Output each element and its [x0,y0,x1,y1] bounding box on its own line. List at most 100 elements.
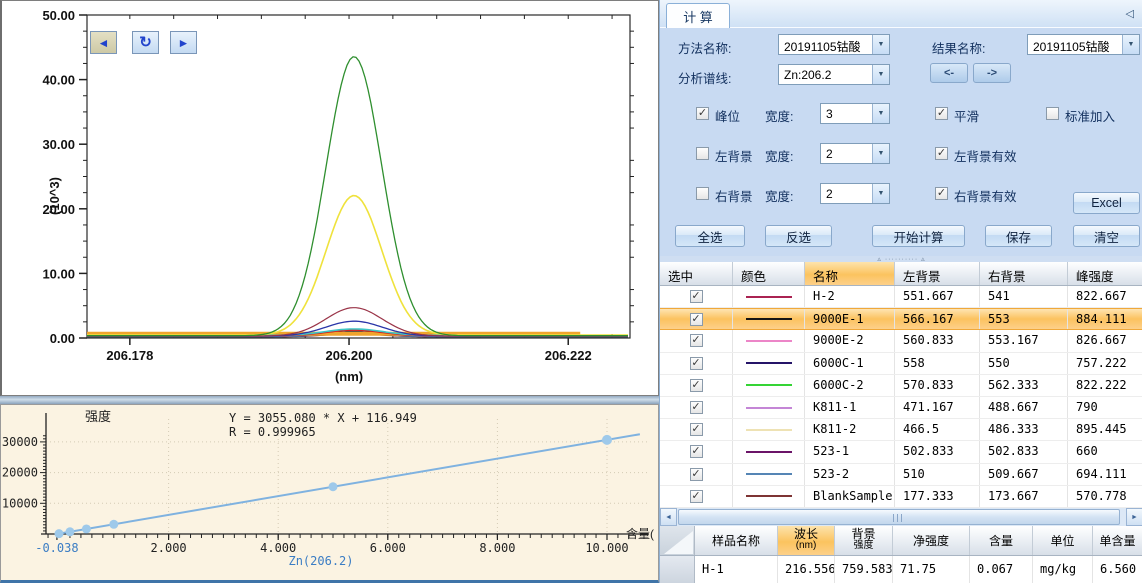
row-checkbox[interactable]: ✓ [690,490,703,503]
right-bg-width-select[interactable]: 2 ▼ [820,183,890,204]
row-color-cell [733,397,805,418]
sample-col-header[interactable]: 单位 [1033,526,1093,555]
scrollbar-thumb[interactable] [678,509,1120,525]
analysis-line-select[interactable]: Zn:206.2 ▼ [778,64,890,85]
row-peak-strength: 660 [1068,441,1142,462]
chevron-down-icon[interactable]: ▼ [872,35,889,54]
tab-calculate[interactable]: 计 算 [666,3,730,28]
sample-col-header[interactable]: 含量 [970,526,1033,555]
table-row[interactable]: ✓6000C-2570.833562.333822.222 [660,375,1142,397]
chevron-down-icon[interactable]: ▼ [872,184,889,203]
calibration-point [65,527,74,536]
row-color-cell [733,375,805,396]
row-color-cell [733,464,805,485]
table-row[interactable]: ✓9000E-2560.833553.167826.667 [660,330,1142,352]
chevron-down-icon[interactable]: ▼ [1122,35,1139,54]
clear-button[interactable]: 清空 [1073,225,1140,247]
horizontal-scrollbar[interactable]: ◄ ► [660,508,1142,526]
table-row[interactable]: ✓523-2510509.667694.111 [660,464,1142,486]
result-name-label: 结果名称: [932,38,985,57]
sample-unit: mg/kg [1033,556,1093,583]
sample-table-body: H-1216.556759.58371.750.067mg/kg6.560 [660,556,1142,583]
width-label-2: 宽度: [765,146,793,165]
row-checkbox[interactable]: ✓ [690,334,703,347]
table-row[interactable]: ✓K811-1471.167488.667790 [660,397,1142,419]
invert-selection-button[interactable]: 反选 [765,225,832,247]
scroll-left-icon[interactable]: ◄ [660,508,677,526]
sample-col-header[interactable]: 背景强度 [835,526,893,555]
sample-col-header[interactable]: 净强度 [893,526,970,555]
results-col-header[interactable]: 颜色 [733,262,805,285]
row-name: 523-2 [805,464,895,485]
right-bg-valid-label: 右背景有效 [954,186,1017,205]
table-row[interactable]: ✓6000C-1558550757.222 [660,353,1142,375]
row-name: H-2 [805,286,895,307]
y-axis-title: (10^3) [47,177,62,215]
row-name: 523-1 [805,441,895,462]
left-background-checkbox[interactable] [696,147,709,160]
table-row[interactable]: ✓BlankSample1177.333173.667570.778 [660,486,1142,508]
next-spectrum-button[interactable]: ► [170,31,197,54]
row-peak-strength: 895.445 [1068,419,1142,440]
result-name-select[interactable]: 20191105钴酸 ▼ [1027,34,1140,55]
y-tick-label: 0.00 [50,331,75,346]
table-row[interactable]: ✓H-2551.667541822.667 [660,286,1142,308]
sample-col-header[interactable]: 样品名称 [695,526,778,555]
curve-color-swatch [746,296,792,298]
left-bg-valid-checkbox[interactable]: ✓ [935,147,948,160]
row-checkbox[interactable]: ✓ [690,445,703,458]
table-row[interactable]: ✓523-1502.833502.833660 [660,441,1142,463]
next-line-button[interactable]: -> [973,63,1011,83]
row-checkbox[interactable]: ✓ [690,357,703,370]
row-checkbox[interactable]: ✓ [690,313,703,326]
right-background-checkbox[interactable] [696,187,709,200]
sample-row-header[interactable] [660,556,695,583]
row-right-bg: 502.833 [980,441,1068,462]
row-checkbox[interactable]: ✓ [690,468,703,481]
peak-checkbox[interactable]: ✓ [696,107,709,120]
left-bg-width-select[interactable]: 2 ▼ [820,143,890,164]
start-calculation-button[interactable]: 开始计算 [872,225,965,247]
prev-spectrum-button[interactable]: ◄ [90,31,117,54]
save-button[interactable]: 保存 [985,225,1052,247]
chevron-down-icon[interactable]: ▼ [872,65,889,84]
sample-unit-content: 6.560 [1093,556,1142,583]
analysis-line-label: 分析谱线: [678,68,731,87]
row-checkbox[interactable]: ✓ [690,290,703,303]
results-col-header[interactable]: 峰强度 [1068,262,1142,285]
chart-divider[interactable] [0,396,659,404]
sample-col-header[interactable]: 单含量 [1093,526,1142,555]
prev-line-button[interactable]: <- [930,63,968,83]
right-bg-valid-checkbox[interactable]: ✓ [935,187,948,200]
method-name-select[interactable]: 20191105钴酸 ▼ [778,34,890,55]
smooth-checkbox[interactable]: ✓ [935,107,948,120]
emission-spectrum-chart: 0.0010.0020.0030.0040.0050.00206.178206.… [0,0,659,396]
calibration-point [329,482,338,491]
row-checkbox[interactable]: ✓ [690,423,703,436]
results-col-header[interactable]: 左背景 [895,262,980,285]
chevron-down-icon[interactable]: ▼ [872,144,889,163]
peak-width-select[interactable]: 3 ▼ [820,103,890,124]
sample-col-header[interactable]: 波长(nm) [778,526,835,555]
row-right-bg: 509.667 [980,464,1068,485]
row-right-bg: 173.667 [980,486,1068,507]
refresh-button[interactable]: ↻ [132,31,159,54]
table-row[interactable]: ✓9000E-1566.167553884.111 [660,308,1142,330]
results-col-header[interactable]: 名称 [805,262,895,285]
cal-x-tick-label: -0.038 [35,541,78,555]
sample-table-corner-cell[interactable] [660,526,695,555]
standard-addition-checkbox[interactable] [1046,107,1059,120]
table-row[interactable]: ✓K811-2466.5486.333895.445 [660,419,1142,441]
row-color-cell [733,441,805,462]
collapse-panel-icon[interactable]: ◁ [1126,7,1134,20]
select-all-button[interactable]: 全选 [675,225,745,247]
results-col-header[interactable]: 选中 [660,262,733,285]
chevron-down-icon[interactable]: ▼ [872,104,889,123]
scroll-right-icon[interactable]: ► [1126,508,1142,526]
results-col-header[interactable]: 右背景 [980,262,1068,285]
row-checkbox[interactable]: ✓ [690,401,703,414]
table-row[interactable]: H-1216.556759.58371.750.067mg/kg6.560 [660,556,1142,583]
excel-button[interactable]: Excel [1073,192,1140,214]
row-checkbox[interactable]: ✓ [690,379,703,392]
row-left-bg: 502.833 [895,441,980,462]
